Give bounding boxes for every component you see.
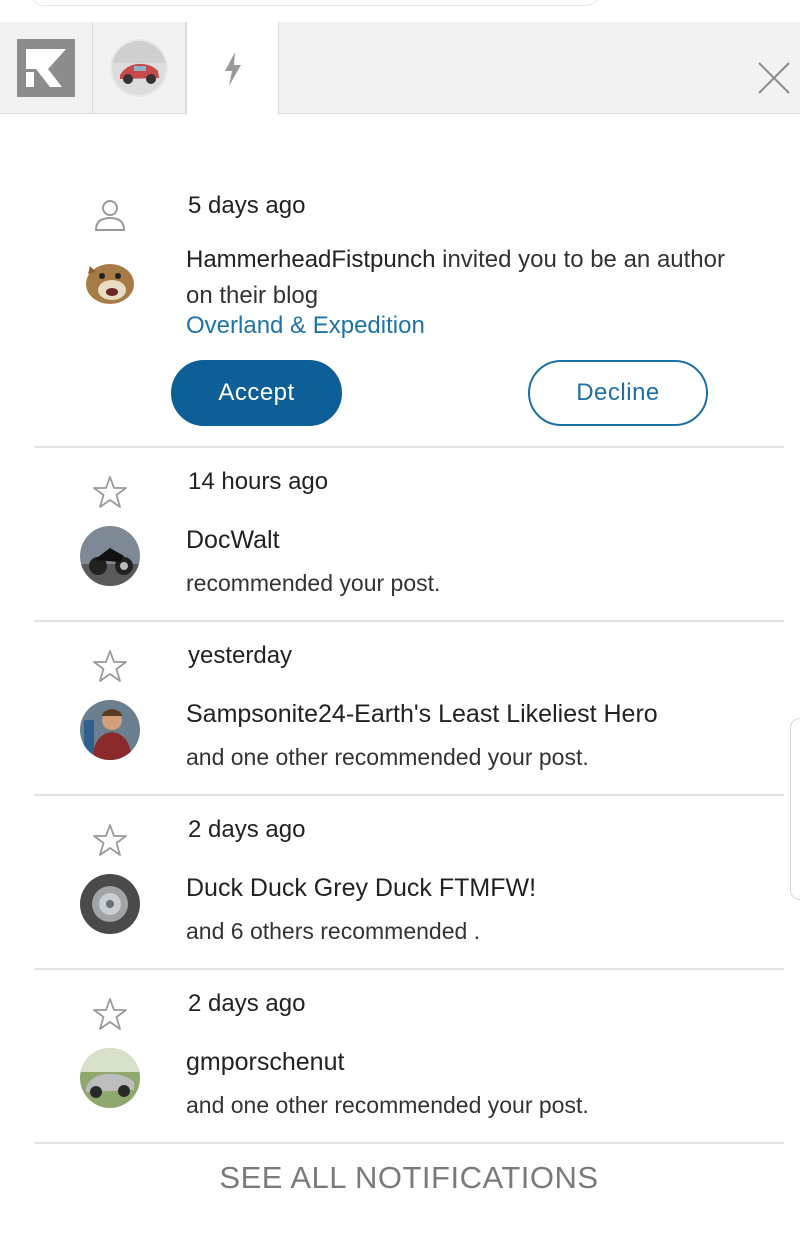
notification-time: 2 days ago — [188, 816, 306, 843]
top-strip — [0, 0, 800, 22]
notification-time: yesterday — [188, 642, 293, 669]
avatar[interactable] — [80, 1048, 140, 1108]
notification-time: 5 days ago — [188, 192, 306, 219]
notification-message: and 6 others recommended . — [186, 918, 481, 944]
kinja-logo-icon — [17, 39, 75, 97]
lightning-bolt-icon — [224, 51, 241, 86]
notification-time: 14 hours ago — [188, 468, 329, 495]
avatar[interactable] — [80, 250, 140, 310]
address-bar-edge — [30, 0, 600, 6]
tab-profile[interactable] — [93, 22, 186, 114]
notification-item-invite[interactable]: 5 days ago HammerheadFistpunch invited y… — [34, 114, 784, 448]
scrollbar[interactable] — [790, 718, 800, 900]
notification-message: and one other recommended your post. — [186, 744, 589, 770]
decline-button[interactable]: Decline — [528, 360, 708, 426]
notification-item[interactable]: 2 days ago Duck Duck Grey Duck FTMFW! an… — [34, 796, 784, 970]
avatar[interactable] — [80, 874, 140, 934]
notification-time: 2 days ago — [188, 990, 306, 1017]
notification-message: recommended your post. — [186, 570, 441, 596]
star-icon — [93, 824, 127, 856]
avatar[interactable] — [80, 700, 140, 760]
star-icon — [93, 998, 127, 1030]
tab-bar — [0, 22, 800, 115]
accept-button[interactable]: Accept — [171, 360, 342, 426]
notification-item[interactable]: yesterday Sampsonite24-Earth's Least Lik… — [34, 622, 784, 796]
star-icon — [93, 650, 127, 682]
tab-notifications[interactable] — [186, 22, 279, 115]
star-icon — [93, 476, 127, 508]
notification-actor[interactable]: Sampsonite24-Earth's Least Likeliest Her… — [186, 700, 658, 729]
notification-actor[interactable]: Duck Duck Grey Duck FTMFW! — [186, 874, 536, 903]
close-icon[interactable] — [756, 60, 792, 96]
notification-actor[interactable]: HammerheadFistpunch — [186, 246, 435, 273]
tab-kinja-logo[interactable] — [0, 22, 93, 114]
car-avatar — [110, 39, 168, 97]
notification-actor[interactable]: gmporschenut — [186, 1048, 344, 1077]
blog-link[interactable]: Overland & Expedition — [186, 312, 425, 340]
notification-item[interactable]: 2 days ago gmporschenut and one other re… — [34, 970, 784, 1144]
notification-list: 5 days ago HammerheadFistpunch invited y… — [34, 114, 784, 1144]
notification-item[interactable]: 14 hours ago DocWalt recommended your po… — [34, 448, 784, 622]
notification-message: and one other recommended your post. — [186, 1092, 589, 1118]
person-icon — [94, 200, 126, 231]
invite-message: HammerheadFistpunch invited you to be an… — [186, 242, 756, 314]
see-all-notifications-link[interactable]: SEE ALL NOTIFICATIONS — [0, 1160, 800, 1196]
avatar[interactable] — [80, 526, 140, 586]
notification-actor[interactable]: DocWalt — [186, 526, 280, 555]
